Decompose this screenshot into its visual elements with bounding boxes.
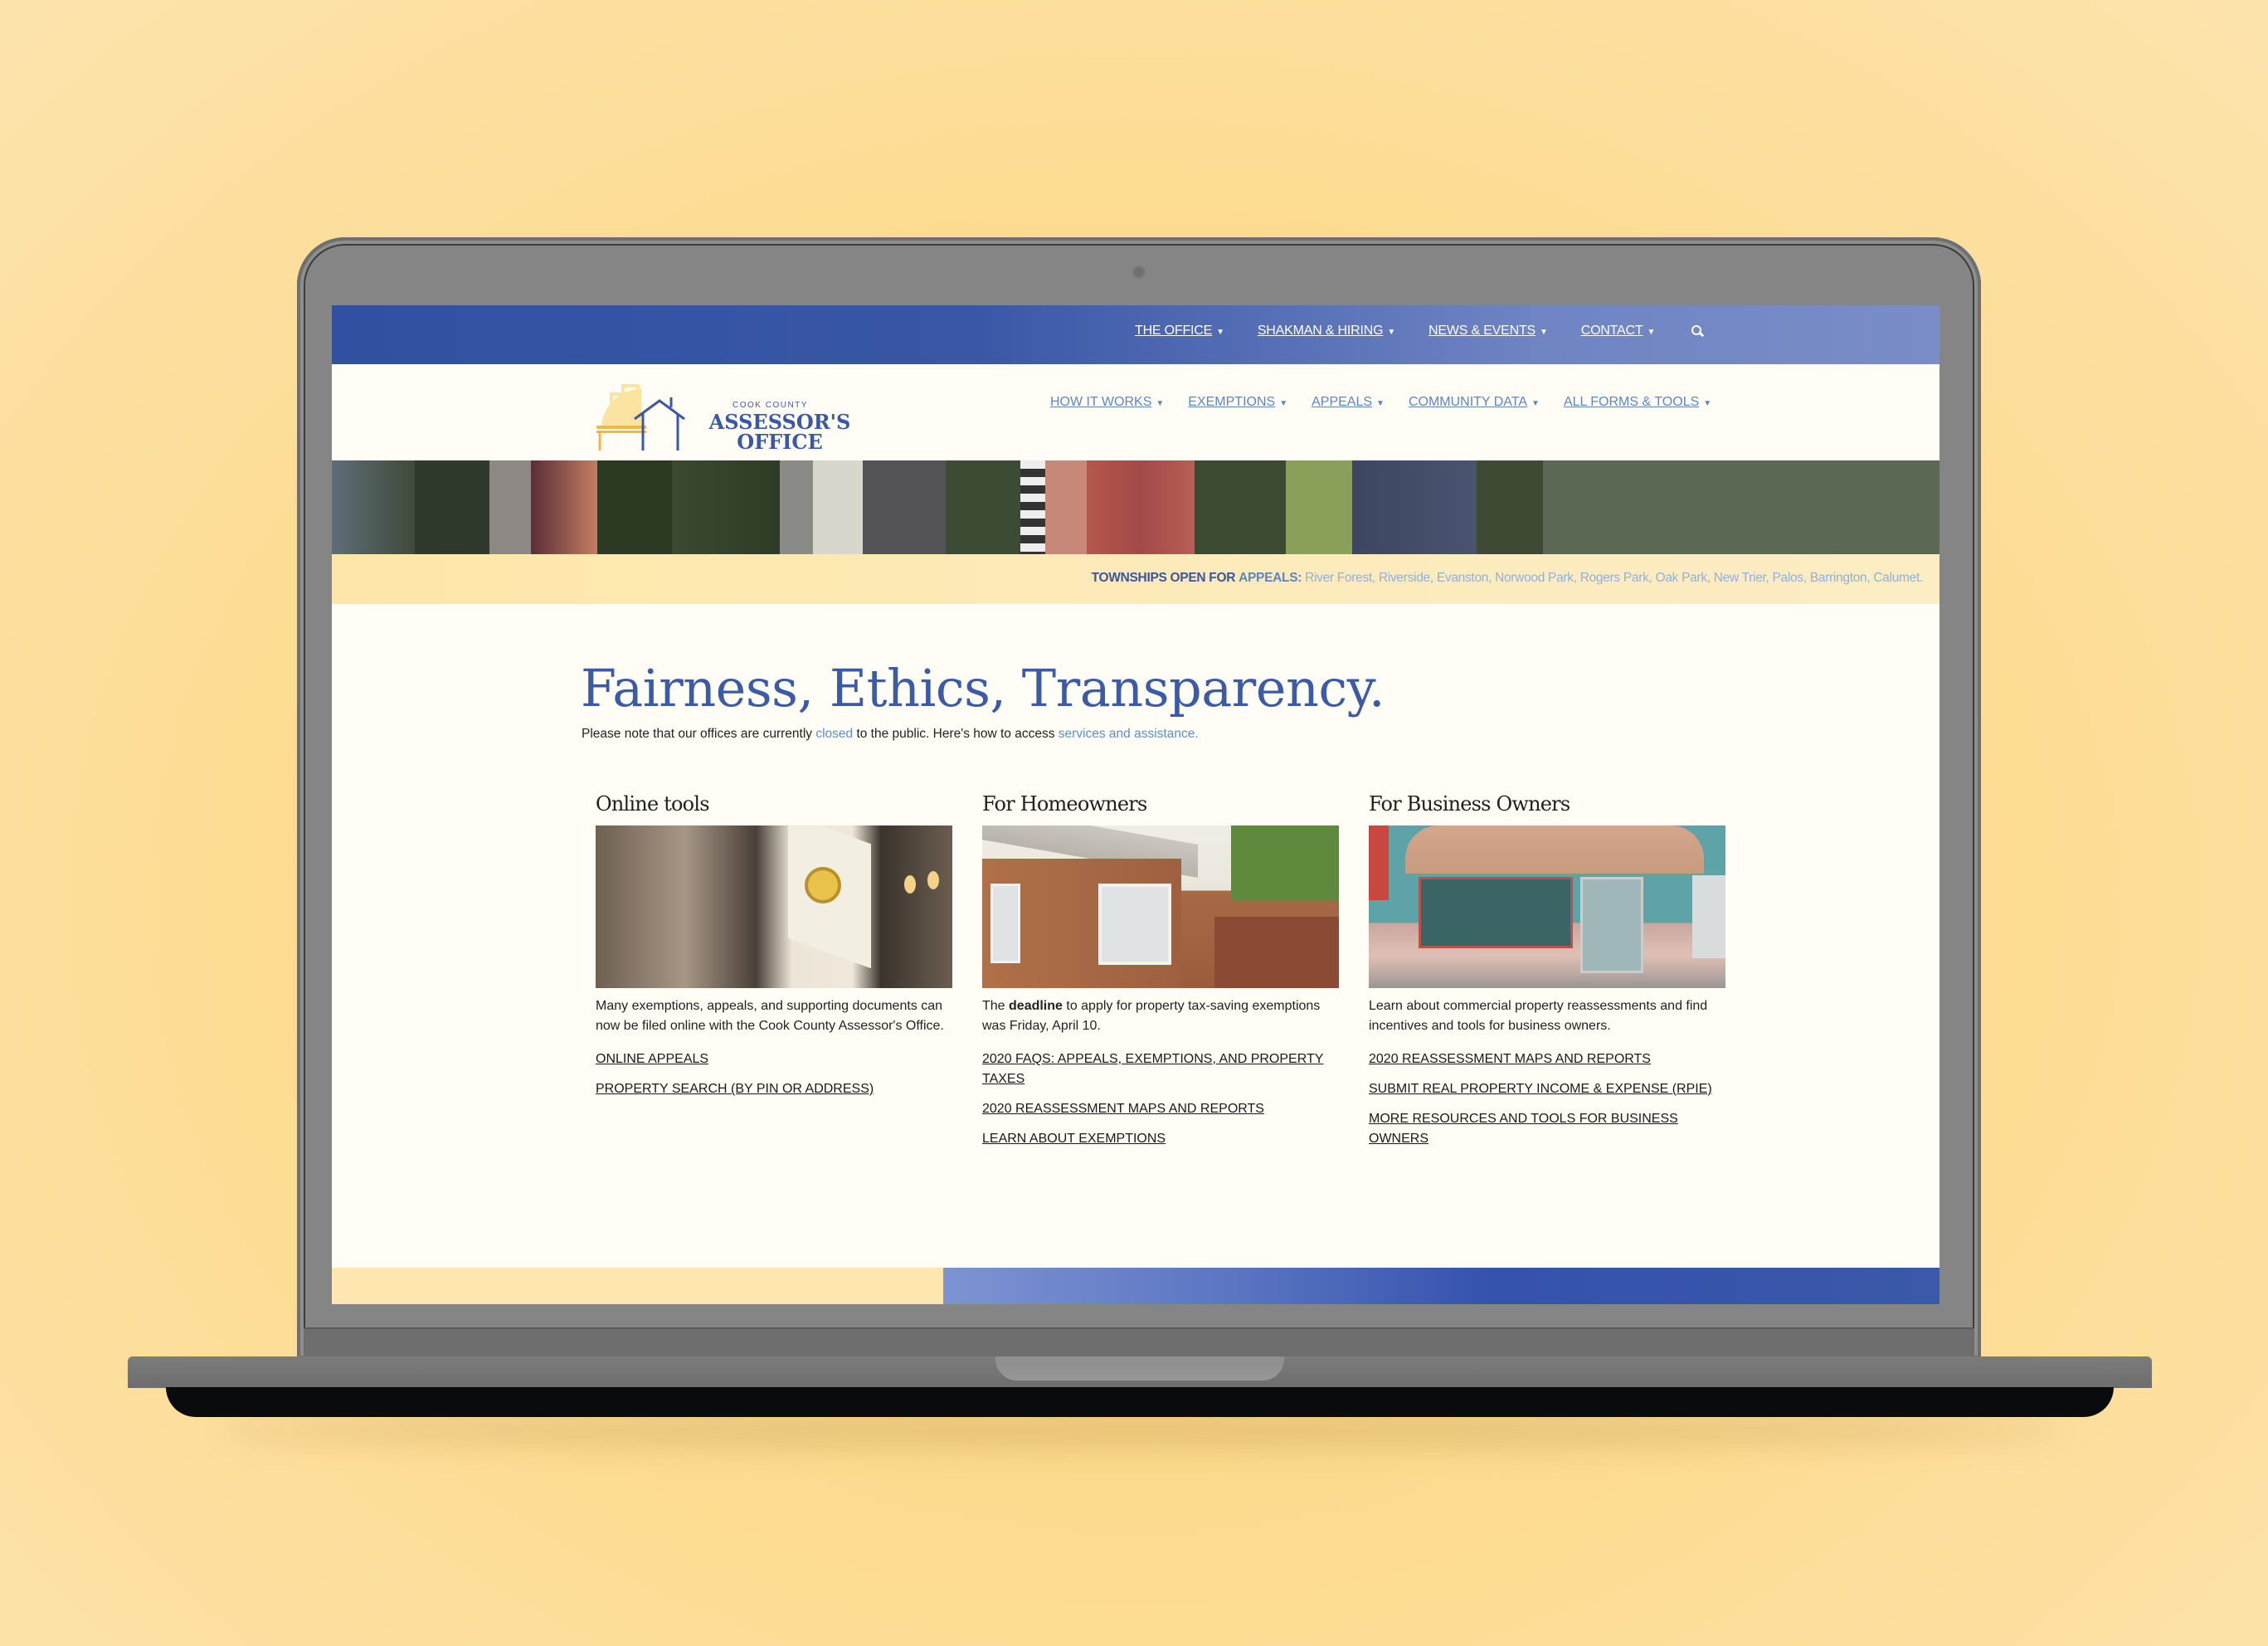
notice-text: Please note that our offices are current… (582, 727, 816, 741)
column-description: Learn about commercial property reassess… (1369, 999, 1708, 1033)
desc-text: The (982, 999, 1010, 1013)
faqs-link[interactable]: 2020 FAQS: APPEALS, EXEMPTIONS, AND PROP… (982, 1049, 1341, 1089)
logo-title-line2: OFFICE (737, 430, 823, 454)
main-navigation: HOW IT WORKS ▼ EXEMPTIONS ▼ APPEALS ▼ COMMU… (1050, 395, 1735, 410)
business-owners-column: For Business Owners Learn about commerci… (1369, 792, 1727, 1149)
nav-label: EXEMPTIONS (1188, 395, 1276, 409)
window-shape (1098, 884, 1171, 965)
nav-label: APPEALS (1312, 395, 1373, 409)
column-title: For Business Owners (1369, 792, 1570, 816)
topnav-news-events[interactable]: NEWS & EVENTS ▼ (1428, 324, 1548, 338)
laptop-shadow (216, 1414, 2066, 1447)
townships-list[interactable]: River Forest, Riverside, Evanston, Norwo… (1305, 571, 1923, 585)
bungalow-house-image (982, 825, 1339, 988)
house-logo-icon (596, 384, 685, 450)
assessor-logo[interactable]: COOK COUNTY ASSESSOR'S OFFICE (593, 377, 850, 452)
lamp-icon (927, 871, 939, 889)
search-icon[interactable] (1691, 325, 1703, 337)
townships-appeals-link[interactable]: APPEALS: (1239, 571, 1302, 585)
homeowners-column: For Homeowners The deadline to apply for… (982, 792, 1341, 1149)
shop-door (1580, 877, 1643, 973)
shop-window (1419, 877, 1573, 948)
caret-down-icon: ▼ (1703, 399, 1712, 408)
red-awning (1369, 825, 1389, 900)
caret-down-icon: ▼ (1216, 328, 1224, 337)
caret-down-icon: ▼ (1540, 328, 1548, 337)
caret-down-icon: ▼ (1279, 399, 1288, 408)
neighbor-house (1214, 917, 1339, 988)
caret-down-icon: ▼ (1376, 399, 1385, 408)
closure-notice: Please note that our offices are current… (582, 727, 1199, 742)
top-navigation: THE OFFICE ▼ SHAKMAN & HIRING ▼ NEWS & EVE… (332, 305, 1939, 364)
awning-shape (1405, 825, 1704, 874)
nav-how-it-works[interactable]: HOW IT WORKS ▼ (1050, 395, 1164, 410)
caret-down-icon: ▼ (1387, 328, 1396, 337)
online-appeals-link[interactable]: ONLINE APPEALS (596, 1049, 954, 1069)
topnav-the-office[interactable]: THE OFFICE ▼ (1135, 324, 1224, 338)
column-title: Online tools (596, 792, 710, 816)
nav-label: HOW IT WORKS (1050, 395, 1152, 409)
nav-all-forms-tools[interactable]: ALL FORMS & TOOLS ▼ (1564, 395, 1711, 410)
caret-down-icon: ▼ (1531, 399, 1540, 408)
townships-banner: TOWNSHIPS OPEN FOR APPEALS: River Forest… (332, 554, 1939, 604)
parked-car (1692, 875, 1725, 958)
laptop-base-underside (166, 1387, 2114, 1417)
notice-text: to the public. Here's how to access (853, 727, 1059, 741)
topnav-label: THE OFFICE (1135, 324, 1213, 338)
storefront-image (1369, 825, 1725, 988)
footer-yellow-panel (332, 1268, 943, 1304)
deadline-emphasis: deadline (1009, 999, 1063, 1013)
services-assistance-link[interactable]: services and assistance. (1059, 727, 1199, 741)
county-seal-icon (805, 867, 841, 903)
nav-exemptions[interactable]: EXEMPTIONS ▼ (1188, 395, 1287, 410)
logo-subtitle: COOK COUNTY (732, 401, 808, 410)
aerial-banner-image (332, 460, 1939, 554)
site-header: COOK COUNTY ASSESSOR'S OFFICE HOW IT WOR… (332, 364, 1939, 460)
online-tools-column: Online tools Many exemptions, appeals, a… (596, 792, 954, 1099)
townships-label: TOWNSHIPS OPEN FOR (1091, 571, 1236, 585)
caret-down-icon: ▼ (1647, 328, 1656, 337)
townships-text: TOWNSHIPS OPEN FOR APPEALS: River Forest… (1091, 571, 1924, 586)
topnav-label: CONTACT (1580, 324, 1643, 338)
nav-label: ALL FORMS & TOOLS (1563, 395, 1700, 409)
caret-down-icon: ▼ (1156, 399, 1165, 408)
nav-community-data[interactable]: COMMUNITY DATA ▼ (1409, 395, 1540, 410)
reassessment-maps-link[interactable]: 2020 REASSESSMENT MAPS AND REPORTS (1369, 1049, 1727, 1069)
topnav-label: NEWS & EVENTS (1428, 324, 1536, 338)
laptop-bezel-chin (304, 1327, 1974, 1359)
topnav-label: SHAKMAN & HIRING (1257, 324, 1384, 338)
laptop-notch (995, 1356, 1284, 1381)
learn-exemptions-link[interactable]: LEARN ABOUT EXEMPTIONS (982, 1129, 1341, 1149)
nav-appeals[interactable]: APPEALS ▼ (1312, 395, 1385, 410)
nav-label: COMMUNITY DATA (1408, 395, 1528, 409)
footer-blue-image-panel (943, 1268, 1939, 1304)
page-title: Fairness, Ethics, Transparency. (581, 658, 1385, 718)
column-title: For Homeowners (982, 792, 1147, 816)
tree-shape (1231, 825, 1339, 900)
submit-rpie-link[interactable]: SUBMIT REAL PROPERTY INCOME & EXPENSE (R… (1369, 1079, 1727, 1099)
camera-icon (1134, 267, 1144, 277)
column-description: The deadline to apply for property tax-s… (982, 996, 1341, 1036)
closed-link[interactable]: closed (815, 727, 853, 741)
topnav-shakman-hiring[interactable]: SHAKMAN & HIRING ▼ (1258, 324, 1395, 338)
window-shape (990, 884, 1020, 963)
business-resources-link[interactable]: MORE RESOURCES AND TOOLS FOR BUSINESS OW… (1369, 1109, 1727, 1149)
property-search-link[interactable]: PROPERTY SEARCH (BY PIN OR ADDRESS) (596, 1079, 954, 1099)
column-description: Many exemptions, appeals, and supporting… (596, 999, 944, 1033)
lamp-icon (904, 875, 916, 894)
cook-county-flag-image (596, 825, 952, 988)
browser-screen: THE OFFICE ▼ SHAKMAN & HIRING ▼ NEWS & EVE… (332, 305, 1939, 1304)
reassessment-maps-link[interactable]: 2020 REASSESSMENT MAPS AND REPORTS (982, 1099, 1341, 1119)
logo-title: ASSESSOR'S OFFICE (701, 412, 859, 452)
topnav-contact[interactable]: CONTACT ▼ (1580, 324, 1656, 338)
